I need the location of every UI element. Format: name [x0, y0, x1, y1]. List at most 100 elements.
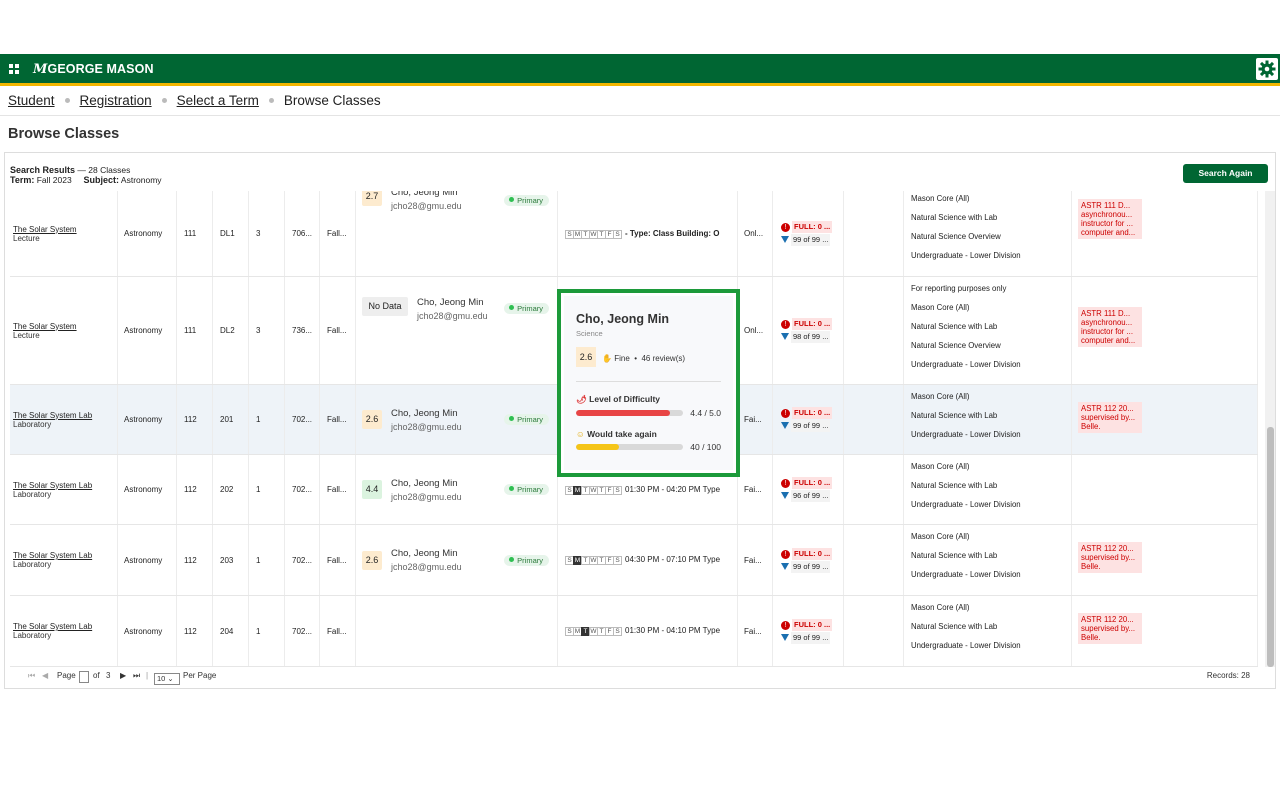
first-page-icon[interactable]: ⏮ — [28, 671, 35, 681]
instructor-name[interactable]: Cho, Jeong Min — [391, 408, 462, 419]
rating-score[interactable]: 4.4 — [362, 480, 382, 499]
attribute-item: Natural Science Overview — [911, 232, 1001, 241]
rating-score[interactable]: 2.6 — [362, 550, 382, 570]
cell-hours: 1 — [249, 525, 285, 595]
attribute-item: Undergraduate - Lower Division — [911, 251, 1021, 260]
meeting-time-text: 01:30 PM - 04:20 PM Type — [625, 484, 721, 494]
waitlist-triangle-icon — [781, 562, 789, 570]
cell-blank — [844, 385, 904, 454]
cell-blank — [844, 525, 904, 595]
smiley-face-icon: ☺ — [576, 429, 585, 439]
course-title-link[interactable]: The Solar System Lab — [13, 622, 92, 631]
cell-section-text: 201 — [220, 415, 234, 424]
instructor-details: Cho, Jeong Min jcho28@gmu.edu — [391, 548, 462, 572]
instructor-name[interactable]: Cho, Jeong Min — [391, 478, 462, 489]
rating-score[interactable]: 2.6 — [362, 410, 382, 429]
would-take-again-bar — [576, 444, 683, 450]
cell-course-text: 112 — [184, 485, 197, 494]
table-scrollbar[interactable] — [1265, 191, 1275, 667]
campus-text: Fai... — [744, 555, 762, 565]
instructor-email[interactable]: jcho28@gmu.edu — [391, 201, 462, 211]
seats-line: 99 of 99 ... — [781, 560, 832, 573]
next-page-icon[interactable]: ▶ — [120, 671, 126, 680]
cell-term-text: Fall... — [327, 415, 347, 424]
day-box: S — [613, 485, 622, 495]
instructor-email[interactable]: jcho28@gmu.edu — [391, 492, 462, 502]
meeting-days: SMTWTFS — [565, 485, 622, 495]
attribute-item: Natural Science with Lab — [911, 411, 998, 420]
seat-status: ! FULL: 0 ... 99 of 99 ... — [773, 547, 833, 573]
cell-blank — [844, 277, 904, 384]
error-icon: ! — [781, 479, 790, 488]
instructor-email[interactable]: jcho28@gmu.edu — [417, 311, 488, 321]
status-line: ! FULL: 0 ... — [781, 221, 833, 233]
primary-badge: Primary — [504, 554, 549, 566]
instructor-email[interactable]: jcho28@gmu.edu — [391, 422, 462, 432]
attribute-item: Mason Core (All) — [911, 303, 970, 312]
course-title-link[interactable]: The Solar System Lab — [13, 481, 92, 490]
breadcrumb-separator — [161, 98, 167, 103]
course-title-link[interactable]: The Solar System — [13, 225, 77, 234]
instructor-name[interactable]: Cho, Jeong Min — [391, 191, 462, 198]
mason-logo[interactable]: MGEORGE MASON — [33, 62, 154, 77]
search-again-button[interactable]: Search Again — [1183, 164, 1268, 183]
rating-score[interactable]: No Data — [362, 297, 408, 316]
attribute-item: Undergraduate - Lower Division — [911, 570, 1021, 579]
subject-label: Subject: — [83, 175, 120, 185]
per-page-select[interactable]: 10 ⌄ — [154, 671, 180, 685]
table-row[interactable]: The Solar System Lab Laboratory Astronomy 1… — [10, 596, 1258, 667]
page-number-input[interactable] — [77, 671, 91, 683]
status-line: ! FULL: 0 ... — [781, 618, 833, 631]
seat-status: ! FULL: 0 ... 99 of 99 ... — [773, 407, 833, 432]
gear-icon[interactable] — [1256, 58, 1278, 80]
table-row[interactable]: The Solar System Lab Laboratory Astronomy 1… — [10, 525, 1258, 596]
cell-instr — [356, 596, 558, 666]
breadcrumb-registration[interactable]: Registration — [80, 93, 152, 108]
seat-status: ! FULL: 0 ... 99 of 99 ... — [773, 618, 833, 644]
cell-blank — [844, 191, 904, 276]
popup-review-count: 46 review(s) — [641, 354, 686, 363]
cell-term-text: Fall... — [327, 485, 347, 494]
meeting-times: S M T W T F S 01:30 PM - 04:20 PM Type — [558, 485, 720, 495]
cell-status: ! FULL: 0 ... 99 of 99 ... — [773, 385, 844, 454]
cell-course: 112 — [177, 525, 213, 595]
cell-term: Fall... — [320, 277, 356, 384]
attribute-item: Natural Science with Lab — [911, 481, 998, 490]
breadcrumb-student[interactable]: Student — [8, 93, 55, 108]
cell-instr: 2.6 Cho, Jeong Min jcho28@gmu.edu Primary — [356, 385, 558, 454]
cell-status: ! FULL: 0 ... 99 of 99 ... — [773, 191, 844, 276]
cell-restr: ASTR 111 D... asynchronou... instructor … — [1072, 277, 1258, 384]
seat-status: ! FULL: 0 ... 98 of 99 ... — [773, 318, 833, 343]
course-title-link[interactable]: The Solar System — [13, 322, 77, 331]
last-page-icon[interactable]: ⏭ — [133, 671, 140, 681]
scrollbar-thumb[interactable] — [1267, 427, 1274, 667]
apps-grid-icon[interactable] — [9, 64, 19, 74]
rating-score[interactable]: 2.7 — [362, 191, 382, 206]
difficulty-bar — [576, 410, 683, 416]
course-title-link[interactable]: The Solar System Lab — [13, 551, 92, 560]
cell-section: 202 — [213, 455, 249, 524]
thumb-hand-icon: ✋ — [602, 354, 612, 363]
instructor-name[interactable]: Cho, Jeong Min — [391, 548, 462, 559]
seats-line: 99 of 99 ... — [781, 233, 832, 246]
breadcrumb-select-term[interactable]: Select a Term — [177, 93, 259, 108]
cell-hours-text: 1 — [256, 485, 261, 494]
seat-status: ! FULL: 0 ... 99 of 99 ... — [773, 221, 833, 246]
page-title: Browse Classes — [8, 126, 120, 142]
attribute-item: Mason Core (All) — [911, 392, 970, 401]
prev-page-icon[interactable]: ◀ — [42, 671, 48, 680]
course-title-block: The Solar System Lab Laboratory — [10, 551, 92, 569]
cell-term: Fall... — [320, 596, 356, 666]
cell-course: 111 — [177, 191, 213, 276]
attribute-item: Mason Core (All) — [911, 462, 970, 471]
table-row[interactable]: The Solar System Lecture Astronomy 111 DL1 3 7… — [10, 191, 1258, 277]
popup-divider — [576, 381, 721, 382]
course-title-link[interactable]: The Solar System Lab — [13, 411, 92, 420]
attribute-item: Undergraduate - Lower Division — [911, 500, 1021, 509]
cell-subject: Astronomy — [118, 455, 177, 524]
cell-section: 201 — [213, 385, 249, 454]
cell-title: The Solar System Lab Laboratory — [10, 596, 118, 666]
cell-title: The Solar System Lecture — [10, 277, 118, 384]
instructor-name[interactable]: Cho, Jeong Min — [417, 297, 488, 308]
instructor-email[interactable]: jcho28@gmu.edu — [391, 562, 462, 572]
